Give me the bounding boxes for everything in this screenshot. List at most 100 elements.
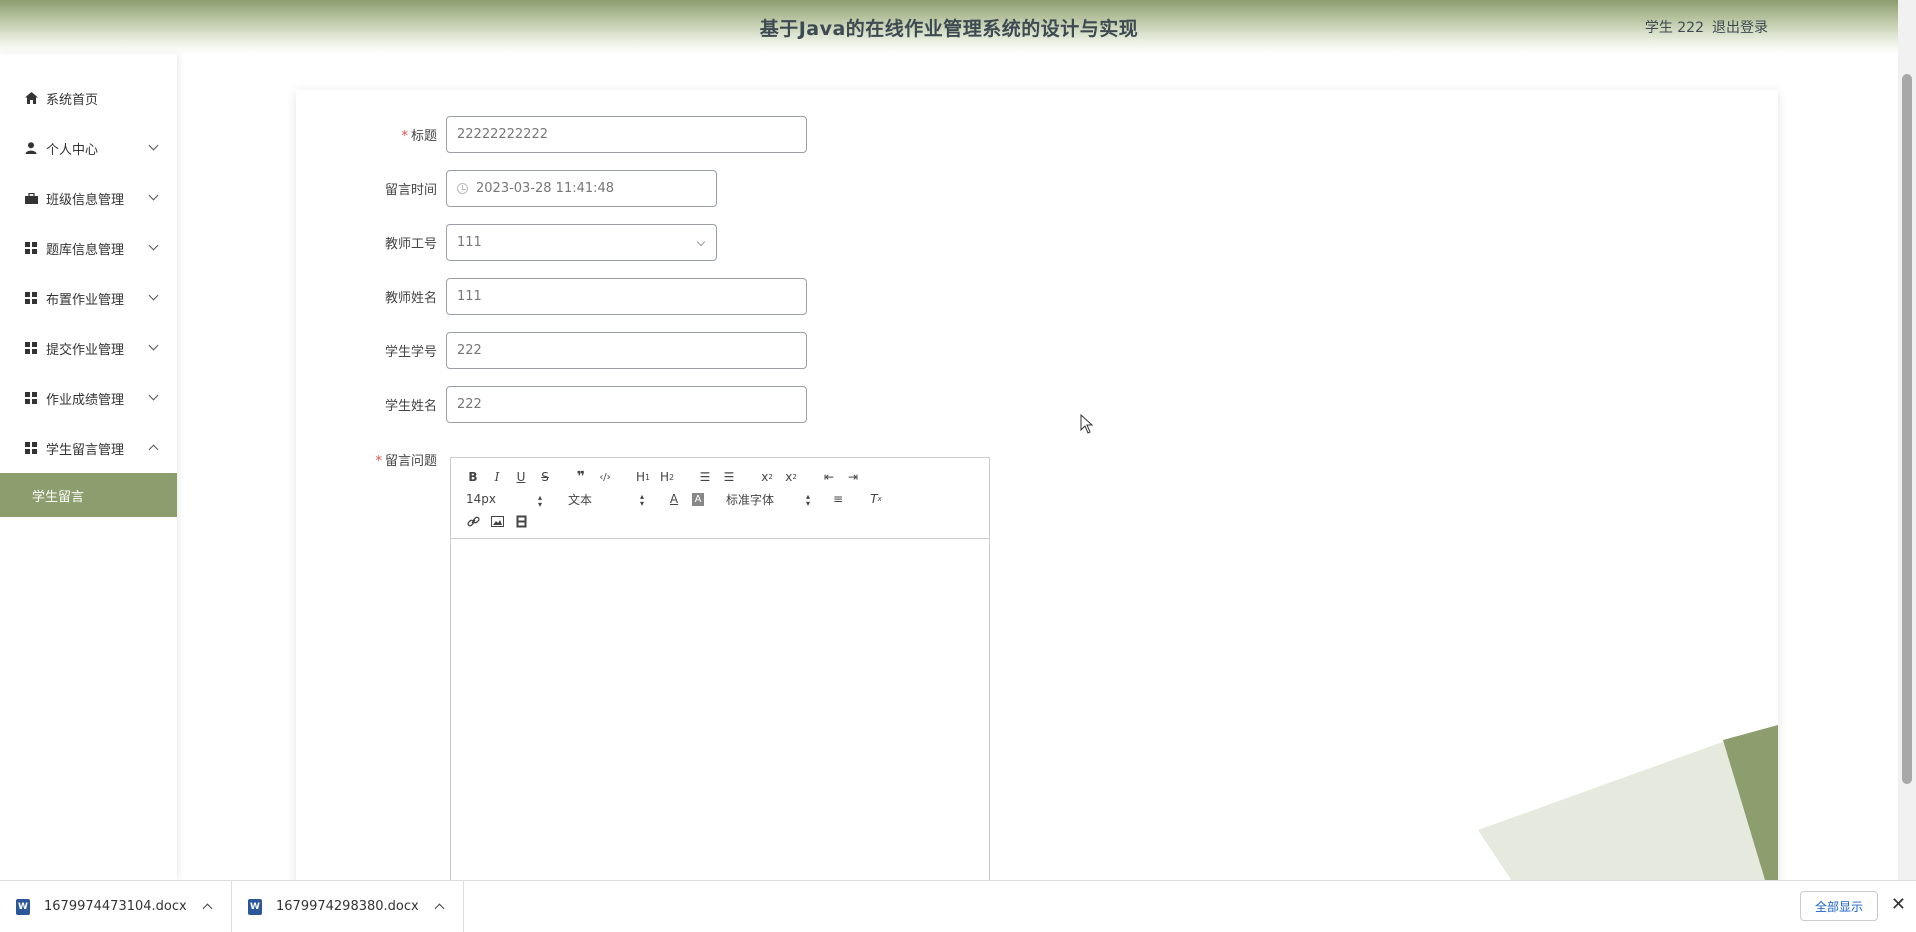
sidebar-item-grades[interactable]: 作业成绩管理: [0, 373, 177, 423]
code-icon[interactable]: ‹/›: [593, 467, 617, 487]
sidebar-item-label: 布置作业管理: [46, 292, 125, 308]
form-row-student-name: 学生姓名 222: [296, 386, 807, 423]
word-doc-icon: W: [16, 898, 30, 915]
editor-toolbar: B I U S ❞ ‹/› H1 H2 ☰ ☰ x2 x2 ⇤ ⇥ 14px ▴…: [451, 458, 989, 539]
chevron-down-icon: [148, 140, 159, 151]
student-id-label: 学生学号: [384, 345, 437, 360]
decorative-shape: [1478, 725, 1778, 890]
chevron-down-icon: [148, 290, 159, 301]
sidebar-item-messages[interactable]: 学生留言管理: [0, 423, 177, 473]
title-label: 标题: [410, 129, 437, 144]
page-scrollbar[interactable]: [1898, 0, 1916, 880]
form-row-student-id: 学生学号 222: [296, 332, 807, 369]
word-doc-icon: W: [248, 898, 262, 915]
grid-icon: [24, 241, 38, 255]
subscript-icon[interactable]: x2: [755, 467, 779, 487]
download-filename: 1679974298380.docx: [276, 899, 419, 914]
download-bar: W 1679974473104.docx W 1679974298380.doc…: [0, 880, 1916, 932]
time-picker[interactable]: 2023-03-28 11:41:48: [446, 170, 717, 207]
select-arrows-icon: ▴ ▾: [537, 493, 542, 509]
user-area: 学生 222 退出登录: [1645, 17, 1768, 37]
scrollbar-thumb[interactable]: [1902, 74, 1912, 784]
ordered-list-icon[interactable]: ☰: [693, 467, 717, 487]
sidebar-item-label: 作业成绩管理: [46, 392, 125, 408]
link-icon[interactable]: [461, 511, 485, 531]
clock-icon: [457, 183, 468, 194]
question-label: 留言问题: [384, 454, 437, 469]
select-arrows-icon: ▴ ▾: [805, 491, 810, 508]
select-arrows-icon: ▴ ▾: [639, 491, 644, 508]
grid-icon: [24, 391, 38, 405]
logout-link[interactable]: 退出登录: [1712, 17, 1768, 37]
form-row-title: * 标题 22222222222: [296, 116, 807, 153]
user-icon: [24, 141, 38, 155]
download-item[interactable]: W 1679974473104.docx: [0, 880, 232, 932]
font-size-select[interactable]: 14px ▴ ▾: [466, 492, 542, 509]
clear-format-icon[interactable]: Tx: [864, 489, 888, 509]
superscript-icon[interactable]: x2: [779, 467, 803, 487]
student-name-input[interactable]: 222: [446, 386, 807, 423]
download-item[interactable]: W 1679974298380.docx: [232, 880, 464, 932]
sidebar-item-assign-homework[interactable]: 布置作业管理: [0, 273, 177, 323]
sidebar-item-label: 班级信息管理: [46, 192, 125, 208]
sidebar-item-label: 系统首页: [46, 92, 99, 108]
briefcase-icon: [24, 191, 38, 205]
sidebar-item-label: 提交作业管理: [46, 342, 125, 358]
chevron-down-icon: [148, 340, 159, 351]
title-input[interactable]: 22222222222: [446, 116, 807, 153]
student-name-label: 学生姓名: [384, 399, 437, 414]
heading-1-icon[interactable]: H1: [631, 467, 655, 487]
teacher-id-select[interactable]: 111: [446, 224, 717, 261]
grid-icon: [24, 441, 38, 455]
heading-2-icon[interactable]: H2: [655, 467, 679, 487]
user-label: 学生 222: [1644, 20, 1704, 36]
block-type-select[interactable]: 文本 ▴ ▾: [568, 491, 644, 508]
chevron-down-icon: [696, 237, 706, 247]
bullet-list-icon[interactable]: ☰: [717, 467, 741, 487]
chevron-down-icon: [148, 240, 159, 251]
form-row-time: 留言时间 2023-03-28 11:41:48: [296, 170, 717, 207]
text-color-icon[interactable]: A: [662, 489, 686, 509]
time-value: 2023-03-28 11:41:48: [476, 181, 615, 196]
home-icon: [24, 91, 38, 105]
underline-icon[interactable]: U: [509, 467, 533, 487]
show-all-downloads-button[interactable]: 全部显示: [1799, 891, 1878, 921]
chevron-down-icon: [148, 190, 159, 201]
download-filename: 1679974473104.docx: [44, 899, 187, 914]
sidebar-item-profile[interactable]: 个人中心: [0, 123, 177, 173]
teacher-id-value: 111: [457, 235, 482, 250]
align-icon[interactable]: ≡: [826, 489, 850, 509]
sidebar-item-label: 题库信息管理: [46, 242, 125, 258]
sidebar-item-question-bank[interactable]: 题库信息管理: [0, 223, 177, 273]
italic-icon[interactable]: I: [485, 467, 509, 487]
grid-icon: [24, 291, 38, 305]
teacher-id-label: 教师工号: [384, 237, 437, 252]
bold-icon[interactable]: B: [461, 467, 485, 487]
top-header: 基于Java的在线作业管理系统的设计与实现 学生 222 退出登录: [0, 0, 1898, 54]
sidebar-item-label: 学生留言管理: [46, 442, 125, 458]
chevron-up-icon[interactable]: [434, 903, 445, 913]
outdent-icon[interactable]: ⇤: [817, 467, 841, 487]
grid-icon: [24, 341, 38, 355]
sidebar-item-class-info[interactable]: 班级信息管理: [0, 173, 177, 223]
indent-icon[interactable]: ⇥: [841, 467, 865, 487]
video-icon[interactable]: [509, 511, 533, 531]
form-row-question: * 留言问题: [296, 450, 446, 469]
student-id-input[interactable]: 222: [446, 332, 807, 369]
teacher-name-label: 教师姓名: [384, 291, 437, 306]
image-icon[interactable]: [485, 511, 509, 531]
sidebar-subitem-student-message[interactable]: 学生留言: [0, 473, 177, 517]
editor-content-area[interactable]: [451, 539, 989, 890]
blockquote-icon[interactable]: ❞: [569, 467, 593, 487]
close-icon[interactable]: ✕: [1891, 894, 1906, 915]
chevron-up-icon[interactable]: [202, 903, 213, 913]
strikethrough-icon[interactable]: S: [533, 467, 557, 487]
sidebar-item-submit-homework[interactable]: 提交作业管理: [0, 323, 177, 373]
teacher-name-input[interactable]: 111: [446, 278, 807, 315]
chevron-down-icon: [148, 390, 159, 401]
background-color-icon[interactable]: A: [692, 492, 704, 506]
font-family-select[interactable]: 标准字体 ▴ ▾: [726, 491, 810, 508]
time-label: 留言时间: [384, 183, 437, 198]
form-row-teacher-name: 教师姓名 111: [296, 278, 807, 315]
sidebar-item-home[interactable]: 系统首页: [0, 73, 177, 123]
